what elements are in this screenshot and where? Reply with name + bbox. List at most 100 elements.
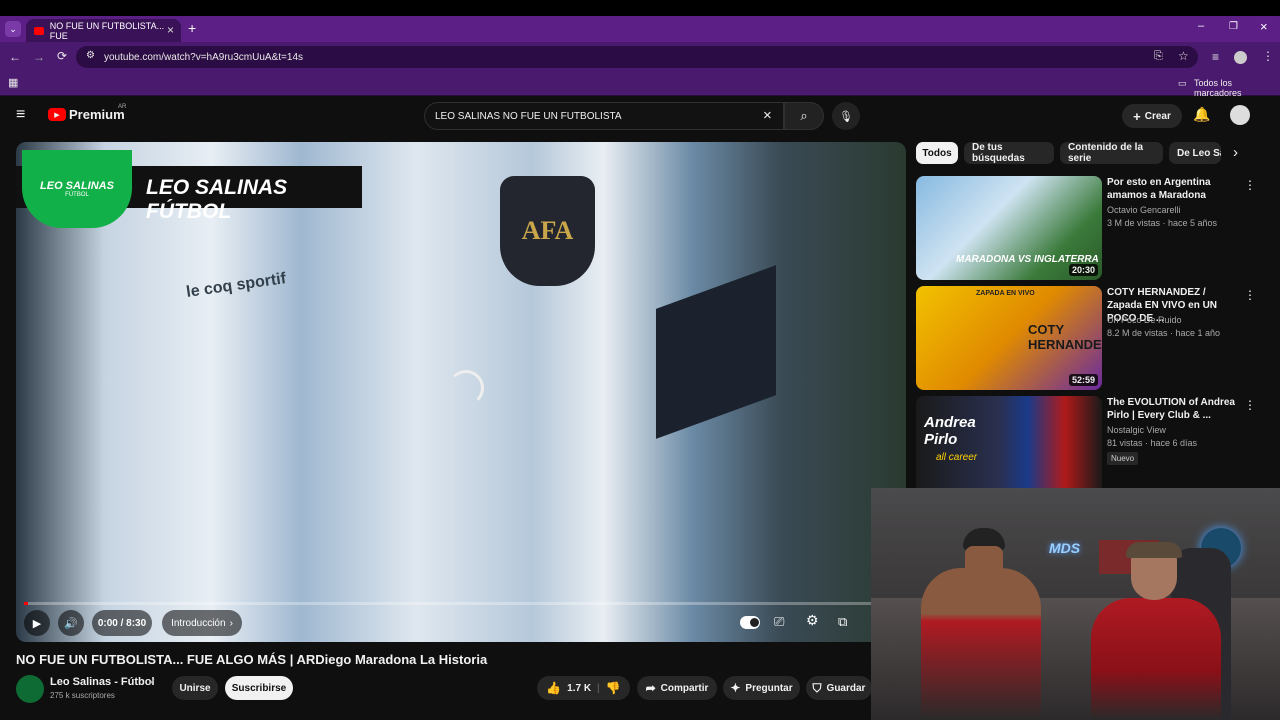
sparkle-icon: ✦	[730, 681, 741, 695]
subtitles-icon[interactable]: ⎚	[774, 614, 784, 630]
chip-todos[interactable]: Todos	[916, 142, 958, 164]
more-options-icon[interactable]: ⋮	[1244, 288, 1256, 302]
loading-spinner-icon	[448, 370, 484, 406]
active-tab[interactable]: NO FUE UN FUTBOLISTA... FUE ×	[26, 19, 181, 42]
save-label: Guardar	[826, 682, 866, 694]
person-right	[1091, 598, 1221, 720]
new-badge: Nuevo	[1107, 452, 1139, 465]
miniplayer-icon[interactable]: ⧉	[838, 614, 847, 630]
recommended-video[interactable]: MARADONA VS INGLATERRA 20:30 Por esto en…	[916, 176, 1266, 280]
chapter-text: Introducción	[171, 617, 226, 629]
video-duration: 52:59	[1068, 374, 1098, 386]
hamburger-menu-icon[interactable]: ≡	[16, 106, 25, 124]
channel-name[interactable]: Nostalgic View	[1107, 425, 1166, 435]
video-title: NO FUE UN FUTBOLISTA... FUE ALGO MÁS | A…	[16, 652, 488, 667]
divider: |	[597, 682, 600, 694]
apps-grid-icon[interactable]: ▦	[8, 76, 18, 89]
thumbnail-subtext: all career	[936, 452, 978, 463]
neon-sign-text: MDS	[1049, 540, 1081, 556]
channel-logo-badge: LEO SALINAS FÚTBOL	[22, 150, 132, 228]
video-title[interactable]: The EVOLUTION of Andrea Pirlo | Every Cl…	[1107, 396, 1235, 422]
back-arrow-icon[interactable]: ←	[9, 50, 21, 64]
chips-next-chevron-icon[interactable]: ›	[1233, 144, 1238, 161]
ask-button[interactable]: ✦ Preguntar	[723, 676, 800, 700]
recommended-video[interactable]: Andrea Pirlo all career The EVOLUTION of…	[916, 396, 1266, 500]
create-button[interactable]: + Crear	[1122, 104, 1182, 128]
youtube-header: ≡ ▶ Premium AR LEO SALINAS NO FUE UN FUT…	[0, 97, 1280, 135]
save-button[interactable]: ⛉ Guardar	[806, 676, 872, 700]
video-player[interactable]: LEO SALINAS FÚTBOL LEO SALINAS FÚTBOL le…	[16, 142, 906, 642]
video-thumbnail[interactable]: MARADONA VS INGLATERRA 20:30	[916, 176, 1102, 280]
like-dislike-group: 👍 1.7 K | 👎	[537, 676, 630, 700]
webcam-overlay: MDS	[871, 488, 1280, 720]
progress-fill	[24, 602, 28, 605]
more-options-icon[interactable]: ⋮	[1244, 178, 1256, 192]
search-button[interactable]: ⌕	[784, 102, 824, 130]
chapter-button[interactable]: Introducción ›	[162, 610, 242, 636]
verified-check-icon: ✔	[148, 677, 156, 687]
clear-search-icon[interactable]: ×	[763, 107, 772, 124]
voice-search-button[interactable]: 🎙	[832, 102, 860, 130]
browser-menu-icon[interactable]: ⋮	[1262, 49, 1274, 63]
subscribe-button[interactable]: Suscribirse	[225, 676, 293, 700]
plus-icon: +	[1133, 108, 1141, 124]
progress-bar[interactable]	[24, 602, 896, 605]
maximize-button[interactable]: ❐	[1229, 21, 1238, 32]
address-bar[interactable]: ⚙ youtube.com/watch?v=hA9ru3cmUuA&t=14s …	[76, 46, 1198, 68]
search-icon: ⌕	[800, 108, 808, 123]
forward-arrow-icon[interactable]: →	[33, 50, 45, 64]
recommended-video[interactable]: ZAPADA EN VIVO COTY HERNANDEZ 52:59 COTY…	[916, 286, 1266, 390]
minimize-button[interactable]: –	[1198, 20, 1204, 32]
bookmarks-bar: ▦ ▭ Todos los marcadores	[0, 72, 1280, 98]
channel-name[interactable]: Leo Salinas - Fútbol	[50, 676, 155, 688]
window-close-button[interactable]: ×	[1260, 19, 1268, 34]
chip-series[interactable]: Contenido de la serie	[1060, 142, 1163, 164]
chip-channel[interactable]: De Leo Sa	[1169, 142, 1221, 164]
account-avatar[interactable]	[1230, 105, 1250, 125]
new-tab-button[interactable]: +	[188, 20, 196, 36]
youtube-logo-icon[interactable]: ▶	[48, 108, 66, 121]
thumbnail-text: COTY HERNANDEZ	[1028, 322, 1102, 352]
join-button[interactable]: Unirse	[172, 676, 218, 700]
reload-icon[interactable]: ⟳	[57, 49, 67, 63]
bookmark-star-icon[interactable]: ☆	[1178, 49, 1189, 63]
autoplay-toggle[interactable]	[740, 616, 760, 629]
notifications-bell-icon[interactable]: 🔔	[1193, 106, 1210, 123]
tab-search-button[interactable]: ⌄	[5, 21, 21, 37]
search-input[interactable]: LEO SALINAS NO FUE UN FUTBOLISTA ×	[424, 102, 784, 130]
microphone-icon: 🎙	[839, 110, 853, 123]
person-left	[921, 568, 1041, 720]
play-button[interactable]: ▶	[24, 610, 50, 636]
volume-button[interactable]: 🔊	[58, 610, 84, 636]
chip-label: De tus búsquedas	[972, 142, 1025, 164]
thumbs-down-icon[interactable]: 👎	[606, 681, 621, 695]
settings-gear-icon[interactable]: ⚙	[806, 612, 819, 629]
banner-text: LEO SALINAS FÚTBOL	[146, 176, 288, 223]
site-info-icon[interactable]: ⚙	[86, 50, 95, 61]
more-options-icon[interactable]: ⋮	[1244, 398, 1256, 412]
channel-avatar[interactable]	[16, 675, 44, 703]
thumbs-up-icon[interactable]: 👍	[546, 681, 561, 695]
install-app-icon[interactable]: ⎘	[1154, 50, 1163, 63]
channel-name[interactable]: Octavio Gencarelli	[1107, 205, 1181, 215]
premium-wordmark[interactable]: Premium	[69, 107, 125, 122]
video-meta: 3 M de vistas · hace 5 años	[1107, 218, 1218, 228]
share-button[interactable]: ➦ Compartir	[637, 676, 717, 700]
chip-label: Contenido de la serie	[1068, 142, 1143, 164]
share-arrow-icon: ➦	[645, 681, 656, 695]
chip-searches[interactable]: De tus búsquedas	[964, 142, 1054, 164]
media-controls-icon[interactable]: ≡	[1212, 50, 1219, 64]
time-display: 0:00 / 8:30	[92, 610, 152, 636]
tab-close-icon[interactable]: ×	[167, 23, 174, 37]
create-label: Crear	[1144, 110, 1171, 122]
chip-label: De Leo Sa	[1177, 147, 1221, 159]
video-thumbnail[interactable]: Andrea Pirlo all career	[916, 396, 1102, 500]
jersey-brand-text: le coq sportif	[185, 270, 288, 301]
like-count[interactable]: 1.7 K	[567, 683, 591, 694]
folder-icon: ▭	[1178, 78, 1187, 88]
video-thumbnail[interactable]: ZAPADA EN VIVO COTY HERNANDEZ 52:59	[916, 286, 1102, 390]
video-title[interactable]: Por esto en Argentina amamos a Maradona	[1107, 176, 1235, 202]
profile-avatar[interactable]	[1234, 51, 1247, 64]
channel-name[interactable]: Un Poco De Ruido	[1107, 315, 1182, 325]
all-bookmarks-link[interactable]: Todos los marcadores	[1194, 78, 1280, 98]
